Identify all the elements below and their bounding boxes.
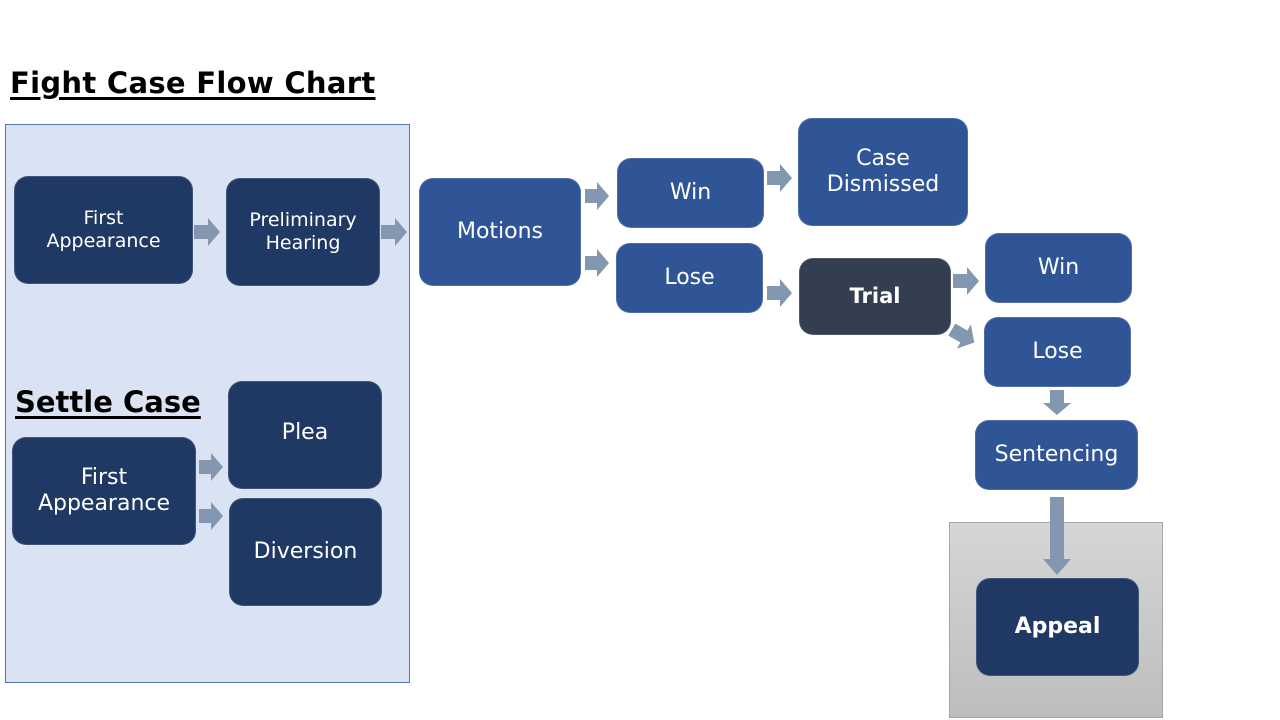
node-motions-lose: Lose — [616, 243, 763, 313]
arrow-down-icon — [1043, 390, 1071, 415]
node-preliminary-hearing: Preliminary Hearing — [226, 178, 380, 286]
node-case-dismissed: Case Dismissed — [798, 118, 968, 226]
node-label: Appeal — [1014, 613, 1101, 639]
node-label: Diversion — [253, 538, 358, 564]
node-label: First Appearance — [37, 464, 171, 516]
node-label: Win — [669, 179, 712, 205]
node-label: Preliminary Hearing — [249, 209, 357, 254]
node-label: Case Dismissed — [826, 145, 940, 197]
node-label: Plea — [281, 419, 329, 445]
node-settle-first-appearance: First Appearance — [12, 437, 196, 545]
node-first-appearance: First Appearance — [14, 176, 193, 284]
node-label: Motions — [456, 218, 544, 244]
node-label: Sentencing — [994, 441, 1119, 467]
arrow-right-icon — [585, 182, 609, 210]
settle-case-title: Settle Case — [15, 385, 201, 419]
node-label: Lose — [664, 264, 715, 290]
node-trial-lose: Lose — [984, 317, 1131, 387]
node-label: Trial — [849, 283, 901, 308]
node-label: Lose — [1032, 338, 1083, 364]
arrow-down-icon — [1043, 497, 1071, 575]
node-trial-win: Win — [985, 233, 1132, 303]
arrow-right-icon — [953, 267, 979, 295]
node-label: First Appearance — [46, 207, 161, 252]
arrow-right-icon — [194, 218, 220, 246]
node-label: Win — [1037, 254, 1080, 280]
node-plea: Plea — [228, 381, 382, 489]
node-trial: Trial — [799, 258, 951, 335]
node-appeal: Appeal — [976, 578, 1139, 676]
arrow-right-icon — [199, 453, 223, 481]
arrow-right-icon — [585, 249, 609, 277]
node-motions: Motions — [419, 178, 581, 286]
arrow-right-icon — [767, 279, 792, 307]
arrow-right-icon — [199, 502, 223, 530]
node-motions-win: Win — [617, 158, 764, 228]
arrow-right-icon — [381, 218, 407, 246]
arrow-right-icon — [767, 164, 792, 192]
node-diversion: Diversion — [229, 498, 382, 606]
chart-title: Fight Case Flow Chart — [10, 66, 376, 100]
node-sentencing: Sentencing — [975, 420, 1138, 490]
